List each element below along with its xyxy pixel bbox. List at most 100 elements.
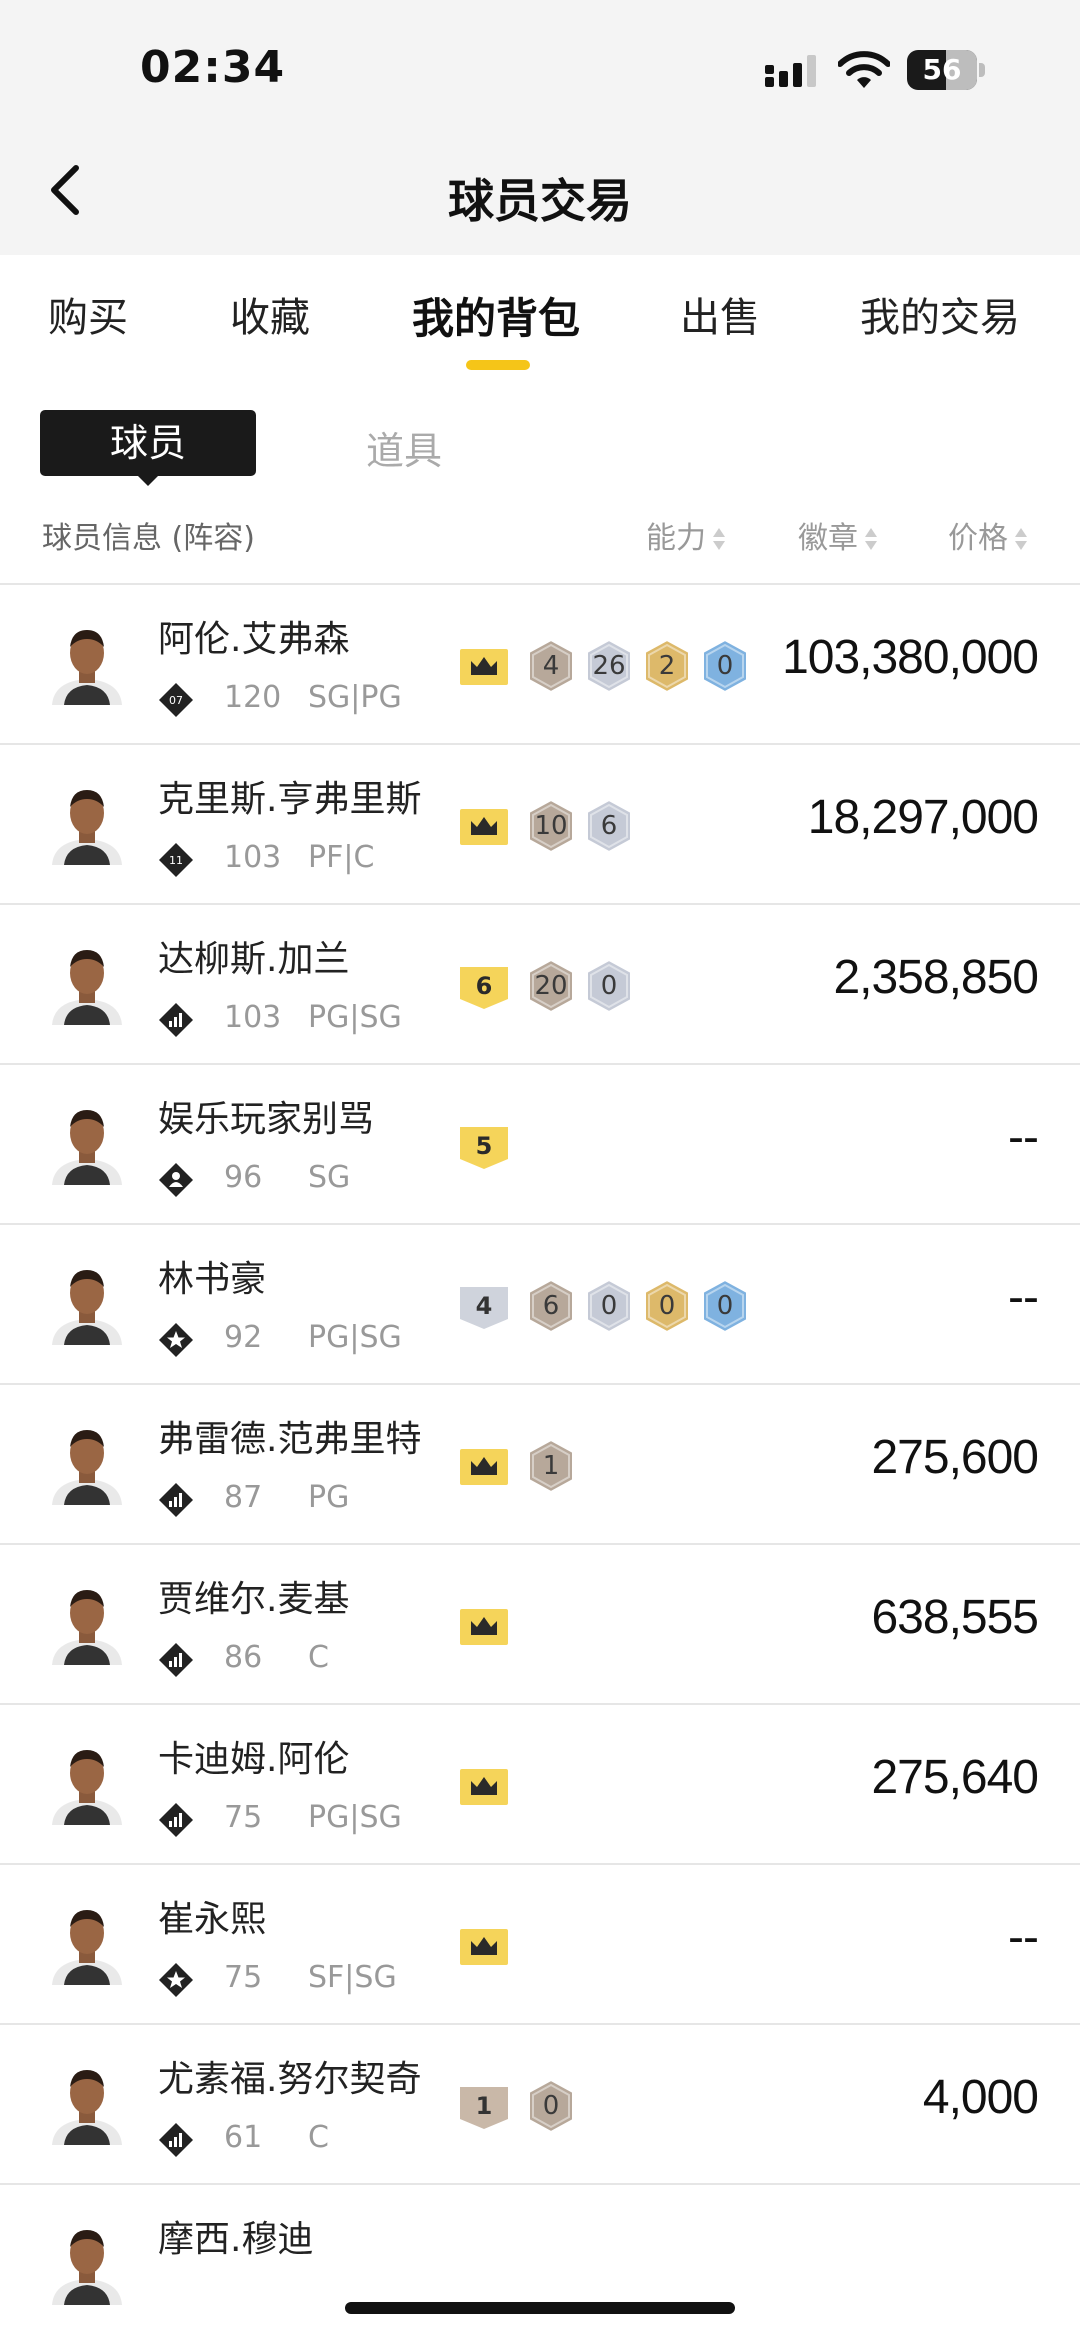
column-price-sort[interactable]: 价格: [948, 513, 1028, 557]
badge-count: 6: [600, 811, 618, 841]
player-price: 275,640: [871, 1751, 1039, 1804]
diamond-07-icon: 07: [159, 683, 193, 717]
level-badge-number: 4: [476, 1292, 493, 1320]
status-time: 02:34: [140, 42, 286, 93]
player-rating: 92: [224, 1320, 263, 1355]
player-rating: 103: [224, 1000, 282, 1035]
player-name: 尤素福.努尔契奇: [158, 2059, 422, 2100]
column-badge-label: 徽章: [798, 521, 858, 556]
player-row[interactable]: 克里斯.亨弗里斯 11 103 PF|C 10 6 18,297,000: [0, 743, 1080, 903]
player-avatar: [52, 2070, 122, 2145]
player-avatar: [52, 1270, 122, 1345]
nav-bar: 球员交易: [0, 140, 1080, 255]
player-row[interactable]: 阿伦.艾弗森 07 120 SG|PG 4 26 2 0 103,380,000: [0, 583, 1080, 743]
bronze-badge-icon: 20: [526, 958, 576, 1014]
sort-arrows-icon: [864, 527, 878, 553]
player-rating: 96: [224, 1160, 263, 1195]
player-row[interactable]: 贾维尔.麦基 86 C 638,555: [0, 1543, 1080, 1703]
hof-badge-icon: 0: [700, 1278, 750, 1334]
active-tab-indicator: [466, 360, 530, 370]
player-position: SG: [308, 1160, 351, 1195]
level-badge-icon: 1: [460, 2087, 508, 2129]
crown-icon: [460, 649, 508, 685]
player-name: 克里斯.亨弗里斯: [158, 779, 422, 820]
badge-count: 0: [600, 1291, 618, 1321]
tab-my-trades[interactable]: 我的交易: [860, 285, 1020, 343]
player-row[interactable]: 娱乐玩家别骂 96 SG 5 --: [0, 1063, 1080, 1223]
player-row[interactable]: 尤素福.努尔契奇 61 C 1 0 4,000: [0, 2023, 1080, 2183]
player-price: 18,297,000: [807, 791, 1039, 844]
badge-count: 6: [542, 1291, 560, 1321]
player-avatar: [52, 1910, 122, 1985]
player-avatar: [52, 950, 122, 1025]
player-rating: 87: [224, 1480, 263, 1515]
player-rating: 86: [224, 1640, 263, 1675]
tab-sell[interactable]: 出售: [680, 285, 760, 343]
player-price: --: [1008, 1911, 1039, 1964]
player-row[interactable]: 达柳斯.加兰 103 PG|SG 6 20 0 2,358,850: [0, 903, 1080, 1063]
player-rating: 103: [224, 840, 282, 875]
badge-count: 0: [600, 971, 618, 1001]
player-name: 娱乐玩家别骂: [158, 1099, 375, 1140]
bronze-badge-icon: 10: [526, 798, 576, 854]
player-row[interactable]: 摩西.穆迪: [0, 2183, 1080, 2342]
player-row[interactable]: 卡迪姆.阿伦 75 PG|SG 275,640: [0, 1703, 1080, 1863]
player-row[interactable]: 崔永熙 75 SF|SG --: [0, 1863, 1080, 2023]
tab-buy[interactable]: 购买: [48, 285, 128, 343]
player-price: 2,358,850: [833, 951, 1039, 1004]
player-name: 崔永熙: [158, 1899, 267, 1940]
player-row[interactable]: 林书豪 92 PG|SG 4 6 0 0 0 --: [0, 1223, 1080, 1383]
player-price: 103,380,000: [782, 631, 1039, 684]
column-price-label: 价格: [948, 521, 1008, 556]
hof-badge-icon: 0: [700, 638, 750, 694]
wifi-icon: [838, 51, 890, 88]
player-price: 4,000: [922, 2071, 1039, 2124]
badge-count: 0: [716, 1291, 734, 1321]
bars-icon: [159, 1483, 193, 1517]
silver-badge-icon: 0: [584, 1278, 634, 1334]
player-rating: 120: [224, 680, 282, 715]
bronze-badge-icon: 6: [526, 1278, 576, 1334]
level-badge-number: 1: [476, 2092, 493, 2120]
player-avatar: [52, 630, 122, 705]
battery-level: 56: [922, 53, 962, 86]
list-header: 球员信息 (阵容) 能力 徽章 价格: [0, 505, 1080, 565]
subtab-items[interactable]: 道具: [366, 420, 442, 475]
bars-icon: [159, 1003, 193, 1037]
silver-badge-icon: 0: [584, 958, 634, 1014]
player-price: --: [1008, 1271, 1039, 1324]
star-icon: [159, 1963, 193, 1997]
tab-bar: 购买 收藏 我的背包 出售 我的交易: [0, 255, 1080, 375]
level-badge-icon: 5: [460, 1127, 508, 1169]
silver-badge-icon: 26: [584, 638, 634, 694]
tab-my-bag[interactable]: 我的背包: [412, 285, 580, 346]
tab-favorites[interactable]: 收藏: [230, 285, 310, 343]
badge-count: 4: [542, 651, 560, 681]
player-position: PG|SG: [308, 1320, 402, 1355]
player-position: PG|SG: [308, 1000, 402, 1035]
column-player-info: 球员信息 (阵容): [42, 521, 255, 556]
player-rating: 75: [224, 1800, 263, 1835]
player-avatar: [52, 790, 122, 865]
badge-count: 2: [658, 651, 676, 681]
diamond-11-icon: 11: [159, 843, 193, 877]
player-row[interactable]: 弗雷德.范弗里特 87 PG 1 275,600: [0, 1383, 1080, 1543]
bars-icon: [159, 2123, 193, 2157]
player-name: 林书豪: [158, 1259, 267, 1300]
player-avatar: [52, 1590, 122, 1665]
player-name: 达柳斯.加兰: [158, 939, 350, 980]
subtab-bar: 球员 道具: [0, 405, 1080, 486]
page-title: 球员交易: [448, 174, 632, 228]
player-price: 638,555: [871, 1591, 1039, 1644]
crown-icon: [460, 1929, 508, 1965]
player-position: C: [308, 1640, 329, 1675]
player-position: PG|SG: [308, 1800, 402, 1835]
subtab-pointer: [136, 474, 160, 486]
player-price: --: [1008, 1111, 1039, 1164]
column-badge-sort[interactable]: 徽章: [798, 513, 878, 557]
column-ability-sort[interactable]: 能力: [646, 513, 726, 557]
player-name: 摩西.穆迪: [158, 2219, 314, 2260]
bronze-badge-icon: 0: [526, 2078, 576, 2134]
player-avatar: [52, 1430, 122, 1505]
subtab-players[interactable]: 球员: [40, 410, 256, 476]
